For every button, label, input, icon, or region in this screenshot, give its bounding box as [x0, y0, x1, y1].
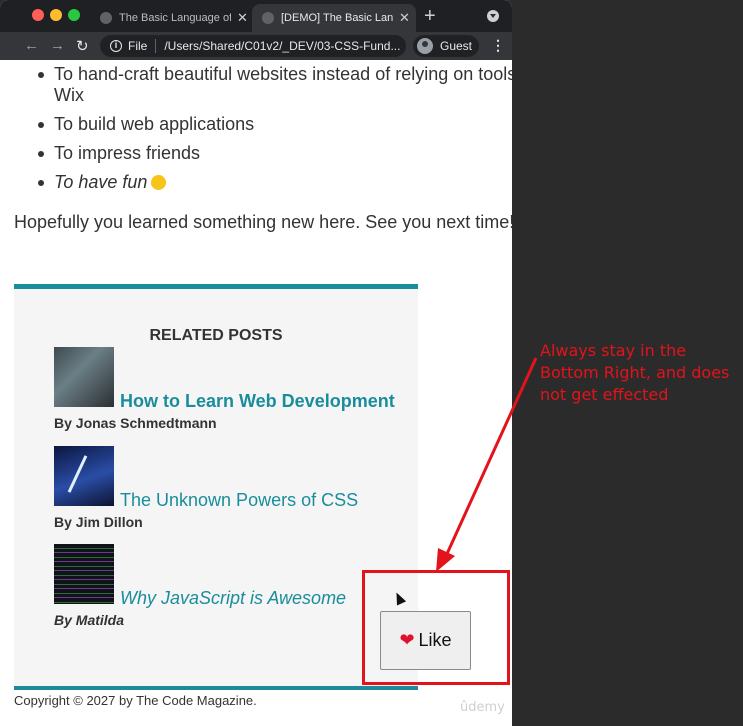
new-tab-button[interactable]: + [424, 5, 436, 28]
list-item: To build web applications [14, 114, 512, 135]
address-bar[interactable]: i File /Users/Shared/C01v2/_DEV/03-CSS-F… [100, 35, 406, 57]
post-link[interactable]: The Unknown Powers of CSS [120, 490, 358, 511]
close-window-button[interactable] [32, 9, 44, 21]
url-scheme: File [128, 39, 148, 53]
list-item-text: To have fun [54, 172, 148, 192]
url-path: /Users/Shared/C01v2/_DEV/03-CSS-Fund... [164, 39, 401, 53]
annotation-highlight-box [362, 570, 510, 685]
forward-arrow-icon[interactable]: → [50, 37, 65, 54]
post-author: By Jonas Schmedtmann [54, 415, 217, 431]
post-link[interactable]: Why JavaScript is Awesome [120, 588, 346, 609]
tab-basic-language[interactable]: The Basic Language of ✕ [90, 4, 248, 32]
maximize-window-button[interactable] [68, 9, 80, 21]
profile-button[interactable]: Guest [413, 35, 479, 57]
closing-paragraph: Hopefully you learned something new here… [14, 212, 512, 232]
post-thumbnail [54, 347, 114, 407]
post-author: By Matilda [54, 612, 125, 628]
close-icon[interactable]: ✕ [237, 10, 248, 26]
list-item: To hand-craft beautiful websites instead… [14, 64, 512, 106]
udemy-watermark: ûdemy [460, 700, 505, 715]
avatar-icon [417, 38, 433, 54]
post-author: By Jim Dillon [54, 514, 143, 530]
smile-emoji-icon [151, 175, 167, 190]
tab-search-icon[interactable] [487, 10, 499, 22]
related-posts-panel: RELATED POSTS How to Learn Web Developme… [14, 284, 418, 689]
footer-divider [14, 686, 418, 690]
annotation-note: Always stay in the Bottom Right, and doe… [540, 341, 730, 404]
reasons-list: To hand-craft beautiful websites instead… [14, 64, 512, 201]
tab-demo[interactable]: [DEMO] The Basic Lang ✕ [252, 4, 416, 32]
copyright-text: Copyright © 2027 by The Code Magazine. [14, 693, 257, 708]
tab-title: The Basic Language of [119, 12, 231, 24]
reload-icon[interactable]: ↻ [76, 37, 89, 55]
list-item: To impress friends [14, 143, 512, 164]
info-icon[interactable]: i [110, 40, 122, 52]
profile-label: Guest [440, 39, 473, 53]
divider [155, 39, 157, 53]
more-menu-icon[interactable]: ⋮ [491, 37, 505, 54]
tab-title: [DEMO] The Basic Lang [281, 12, 393, 24]
browser-toolbar: ← → ↻ i File /Users/Shared/C01v2/_DEV/03… [0, 32, 512, 60]
minimize-window-button[interactable] [50, 9, 62, 21]
list-item: To have fun [14, 172, 512, 193]
related-posts-heading: RELATED POSTS [149, 327, 283, 344]
globe-icon [262, 12, 274, 24]
post-thumbnail [54, 446, 114, 506]
post-thumbnail [54, 544, 114, 604]
close-icon[interactable]: ✕ [399, 10, 410, 26]
post-link[interactable]: How to Learn Web Development [120, 391, 395, 412]
back-arrow-icon[interactable]: ← [24, 37, 39, 54]
globe-icon [100, 12, 112, 24]
tab-strip: The Basic Language of ✕ [DEMO] The Basic… [0, 0, 512, 32]
